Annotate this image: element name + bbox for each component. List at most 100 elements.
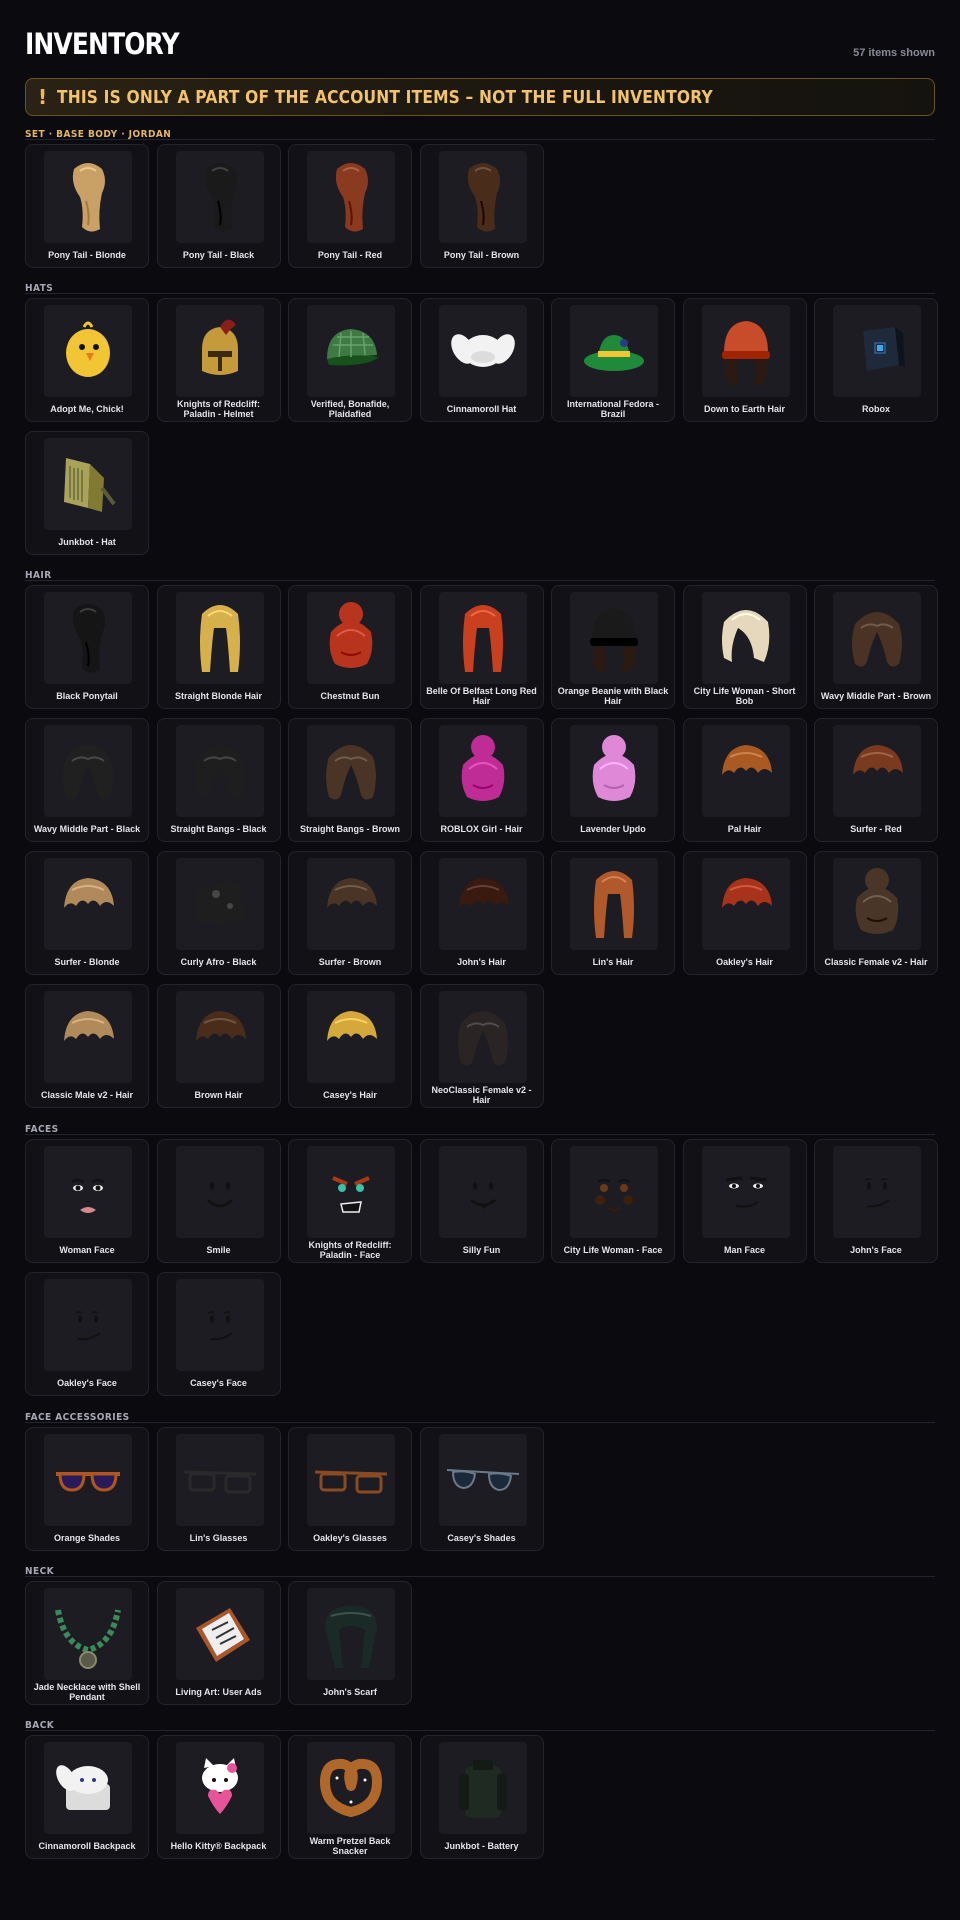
item-card[interactable]: Orange Beanie with Black Hair	[551, 585, 675, 709]
item-card[interactable]: Wavy Middle Part - Brown	[814, 585, 938, 709]
warning-text: THIS IS ONLY A PART OF THE ACCOUNT ITEMS…	[57, 86, 713, 108]
short-icon	[438, 858, 527, 950]
ponytail-icon	[307, 151, 395, 243]
long-icon	[570, 858, 658, 950]
bunny-icon	[438, 305, 527, 397]
beanie-icon	[701, 305, 790, 397]
item-card[interactable]: Adopt Me, Chick!	[25, 298, 149, 422]
item-card[interactable]: City Life Woman - Face	[551, 1139, 675, 1263]
item-card[interactable]: Silly Fun	[419, 1139, 544, 1263]
item-card[interactable]: Chestnut Bun	[288, 585, 412, 709]
item-card[interactable]: Lin's Glasses	[156, 1427, 281, 1551]
item-card[interactable]: NeoClassic Female v2 - Hair	[419, 984, 544, 1108]
wavy-icon	[307, 725, 395, 817]
item-card[interactable]: Smile	[156, 1139, 281, 1263]
ponytail-icon	[44, 151, 132, 243]
short-icon	[701, 858, 790, 950]
item-card[interactable]: Lin's Hair	[551, 851, 675, 975]
item-label: ROBLOX Girl - Hair	[440, 824, 523, 834]
wavy-icon	[175, 725, 264, 817]
item-card[interactable]: John's Face	[814, 1139, 938, 1263]
item-label: Pony Tail - Brown	[443, 250, 520, 260]
item-card[interactable]: Knights of Redcliff: Paladin - Face	[288, 1139, 412, 1263]
item-card[interactable]: Classic Male v2 - Hair	[25, 984, 149, 1108]
pretzel-icon	[307, 1742, 395, 1834]
item-card[interactable]: Black Ponytail	[25, 585, 149, 709]
long-icon	[175, 592, 264, 684]
item-card[interactable]: Cinnamoroll Hat	[419, 298, 544, 422]
item-card[interactable]: Warm Pretzel Back Snacker	[288, 1735, 412, 1859]
item-card[interactable]: Surfer - Red	[814, 718, 938, 842]
item-card[interactable]: Verified, Bonafide, Plaidafied	[288, 298, 412, 422]
item-card[interactable]: Pony Tail - Red	[288, 144, 412, 268]
item-label: Woman Face	[59, 1245, 115, 1255]
item-label: Living Art: User Ads	[175, 1687, 262, 1697]
item-card[interactable]: International Fedora - Brazil	[551, 298, 675, 422]
item-label: City Life Woman - Short Bob	[693, 686, 796, 706]
item-card[interactable]: Classic Female v2 - Hair	[814, 851, 938, 975]
divider	[25, 580, 935, 581]
section-hats: HATS Adopt Me, Chick! Knights of Redcliff…	[25, 283, 938, 555]
section-hair: HAIR Black Ponytail Straight Blonde Hair C…	[25, 570, 938, 1108]
item-card[interactable]: Lavender Updo	[551, 718, 675, 842]
item-card[interactable]: John's Scarf	[288, 1581, 412, 1705]
item-card[interactable]: Pony Tail - Blonde	[25, 144, 149, 268]
item-card[interactable]: Down to Earth Hair	[682, 298, 807, 422]
item-card[interactable]: Pal Hair	[682, 718, 807, 842]
item-label: Wavy Middle Part - Black	[33, 824, 141, 834]
face-silly-icon	[438, 1146, 527, 1238]
item-card[interactable]: Cinnamoroll Backpack	[25, 1735, 149, 1859]
kitty-pack-icon	[175, 1742, 264, 1834]
bun-icon	[307, 592, 395, 684]
item-card[interactable]: Straight Bangs - Brown	[288, 718, 412, 842]
long-icon	[438, 592, 527, 684]
bun-icon	[570, 725, 658, 817]
item-card[interactable]: Man Face	[682, 1139, 807, 1263]
item-card[interactable]: Junkbot - Battery	[419, 1735, 544, 1859]
item-label: Orange Beanie with Black Hair	[557, 686, 669, 706]
beanie-icon	[570, 592, 658, 684]
item-card[interactable]: Brown Hair	[156, 984, 281, 1108]
face-smile-icon	[175, 1146, 264, 1238]
item-card[interactable]: Woman Face	[25, 1139, 149, 1263]
item-card[interactable]: Pony Tail - Brown	[419, 144, 544, 268]
item-card[interactable]: John's Hair	[419, 851, 544, 975]
item-card[interactable]: Wavy Middle Part - Black	[25, 718, 149, 842]
item-card[interactable]: Belle Of Belfast Long Red Hair	[419, 585, 544, 709]
item-label: Lin's Glasses	[189, 1533, 248, 1543]
item-card[interactable]: ROBLOX Girl - Hair	[419, 718, 544, 842]
item-card[interactable]: Oakley's Glasses	[288, 1427, 412, 1551]
item-card[interactable]: Living Art: User Ads	[156, 1581, 281, 1705]
item-label: Jade Necklace with Shell Pendant	[33, 1682, 141, 1702]
item-card[interactable]: Jade Necklace with Shell Pendant	[25, 1581, 149, 1705]
item-card[interactable]: Straight Blonde Hair	[156, 585, 281, 709]
item-card[interactable]: Junkbot - Hat	[25, 431, 149, 555]
ponytail-icon	[44, 592, 132, 684]
item-label: Junkbot - Hat	[58, 537, 116, 547]
short-icon	[833, 725, 921, 817]
item-card[interactable]: Oakley's Hair	[682, 851, 807, 975]
helmet-icon	[175, 305, 264, 397]
face-smirk-icon	[175, 1279, 264, 1371]
page-title: INVENTORY	[25, 27, 180, 61]
item-label: Casey's Face	[190, 1378, 247, 1388]
item-card[interactable]: Straight Bangs - Black	[156, 718, 281, 842]
item-card[interactable]: Curly Afro - Black	[156, 851, 281, 975]
item-card[interactable]: Casey's Shades	[419, 1427, 544, 1551]
item-card[interactable]: Surfer - Brown	[288, 851, 412, 975]
item-card[interactable]: Robox	[814, 298, 938, 422]
item-label: Adopt Me, Chick!	[50, 404, 124, 414]
item-card[interactable]: Orange Shades	[25, 1427, 149, 1551]
item-card[interactable]: Knights of Redcliff: Paladin - Helmet	[156, 298, 281, 422]
short-icon	[44, 991, 132, 1083]
item-card[interactable]: City Life Woman - Short Bob	[682, 585, 807, 709]
short-icon	[701, 725, 790, 817]
item-card[interactable]: Casey's Face	[156, 1272, 281, 1396]
inventory-header: INVENTORY 57 items shown	[25, 24, 935, 64]
item-card[interactable]: Hello Kitty® Backpack	[156, 1735, 281, 1859]
item-card[interactable]: Pony Tail - Black	[156, 144, 281, 268]
item-card[interactable]: Casey's Hair	[288, 984, 412, 1108]
item-card[interactable]: Oakley's Face	[25, 1272, 149, 1396]
item-count: 57 items shown	[853, 47, 935, 59]
item-card[interactable]: Surfer - Blonde	[25, 851, 149, 975]
